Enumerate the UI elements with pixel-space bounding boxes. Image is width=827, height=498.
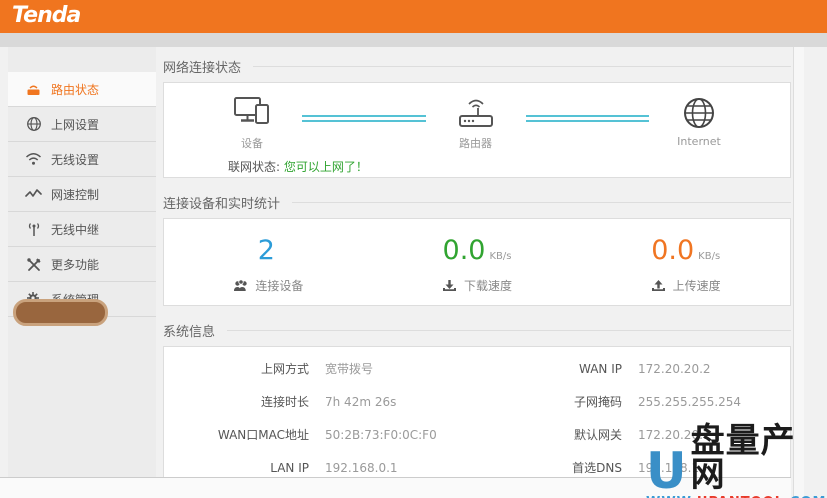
router-icon: [25, 81, 42, 98]
tenda-logo: Tenda: [12, 3, 80, 28]
watermark-u-logo: U: [646, 446, 687, 496]
sidebar-item-label: 网速控制: [51, 186, 99, 203]
stat-upload-speed: 0.0 KB/s 上传速度: [581, 235, 790, 294]
download-speed-unit: KB/s: [489, 251, 511, 262]
redaction-sticker: [13, 299, 108, 326]
sysinfo-label: LAN IP: [164, 461, 309, 475]
users-icon: [233, 279, 249, 293]
watermark-site-name: 盘量产网: [691, 424, 827, 496]
sidebar-item-speed-control[interactable]: 网速控制: [8, 177, 156, 212]
stat-connected-devices: 2 连接设备: [164, 235, 373, 294]
download-speed-label: 下载速度: [464, 277, 512, 294]
sysinfo-label: 子网掩码: [477, 393, 622, 410]
device-label: 设备: [241, 135, 263, 151]
section-title-stats: 连接设备和实时统计: [163, 193, 791, 211]
sysinfo-value: 192.168.0.1: [325, 461, 398, 475]
upload-icon: [651, 279, 667, 293]
sysinfo-value: 50:2B:73:F0:0C:F0: [325, 428, 437, 442]
sidebar-item-router-status[interactable]: 路由状态: [8, 72, 156, 107]
sidebar-item-label: 无线设置: [51, 151, 99, 168]
device-icon: [231, 96, 273, 130]
upload-speed-label: 上传速度: [673, 277, 721, 294]
device-node: 设备: [216, 96, 288, 151]
sysinfo-row: 子网掩码 255.255.255.254: [477, 385, 790, 418]
repeater-icon: [25, 221, 42, 238]
internet-node: Internet: [663, 96, 735, 148]
sysinfo-label: 默认网关: [477, 426, 622, 443]
sidebar: 路由状态 上网设置 无线设置 网速控制 无线中继: [8, 47, 156, 498]
sysinfo-left-column: 上网方式 宽带拨号 连接时长 7h 42m 26s WAN口MAC地址 50:2…: [164, 352, 477, 477]
connection-diagram: 设备 路由器 Internet: [164, 83, 790, 151]
main-content: 网络连接状态 设备 路由器: [163, 47, 791, 477]
stats-panel: 2 连接设备 0.0 KB/s: [163, 218, 791, 306]
section-title-sysinfo: 系统信息: [163, 321, 791, 339]
sysinfo-value: 255.255.255.254: [638, 395, 741, 409]
section-title-network-status: 网络连接状态: [163, 57, 791, 75]
upload-speed-unit: KB/s: [698, 251, 720, 262]
sysinfo-row: WAN IP 172.20.20.2: [477, 352, 790, 385]
sysinfo-label: 上网方式: [164, 360, 309, 377]
link-device-router: [302, 115, 426, 122]
connected-devices-label: 连接设备: [255, 277, 303, 294]
connection-status: 联网状态: 您可以上网了！: [228, 158, 790, 175]
sidebar-item-wireless-settings[interactable]: 无线设置: [8, 142, 156, 177]
sidebar-item-internet-settings[interactable]: 上网设置: [8, 107, 156, 142]
sidebar-spacer: [8, 47, 156, 72]
link-router-internet: [526, 115, 650, 122]
status-label: 联网状态:: [228, 160, 280, 174]
globe-icon: [25, 116, 42, 133]
download-icon: [442, 279, 458, 293]
sysinfo-row: 上网方式 宽带拨号: [164, 352, 477, 385]
sidebar-item-more-functions[interactable]: 更多功能: [8, 247, 156, 282]
download-speed-value: 0.0: [443, 235, 486, 266]
sysinfo-label: 首选DNS: [477, 459, 622, 476]
sidebar-item-label: 无线中继: [51, 221, 99, 238]
sidebar-item-label: 更多功能: [51, 256, 99, 273]
sysinfo-label: WAN IP: [477, 362, 622, 376]
router-node: 路由器: [440, 96, 512, 151]
router-label: 路由器: [459, 135, 492, 151]
sidebar-item-wireless-repeater[interactable]: 无线中继: [8, 212, 156, 247]
sysinfo-label: WAN口MAC地址: [164, 426, 309, 443]
sysinfo-row: LAN IP 192.168.0.1: [164, 451, 477, 477]
connected-devices-value: 2: [258, 235, 275, 266]
speed-icon: [25, 186, 42, 203]
sysinfo-value: 宽带拨号: [325, 360, 373, 377]
sysinfo-row: WAN口MAC地址 50:2B:73:F0:0C:F0: [164, 418, 477, 451]
header-bar: Tenda: [0, 0, 827, 33]
sidebar-item-label: 上网设置: [51, 116, 99, 133]
internet-label: Internet: [677, 135, 721, 148]
sysinfo-value: 7h 42m 26s: [325, 395, 396, 409]
stat-download-speed: 0.0 KB/s 下载速度: [373, 235, 582, 294]
tools-icon: [25, 256, 42, 273]
sidebar-item-label: 路由状态: [51, 81, 99, 98]
upload-speed-value: 0.0: [651, 235, 694, 266]
sysinfo-row: 连接时长 7h 42m 26s: [164, 385, 477, 418]
wifi-icon: [25, 151, 42, 168]
header-substrip: [0, 33, 827, 47]
internet-globe-icon: [682, 96, 716, 130]
network-status-panel: 设备 路由器 Internet 联网状态:: [163, 82, 791, 178]
sysinfo-label: 连接时长: [164, 393, 309, 410]
upantool-watermark: U 盘量产网 WWW.UPANTOOL.COM WWW.UPANTOOL.COM: [646, 424, 827, 498]
router-device-icon: [454, 96, 498, 130]
router-admin-page: Tenda 路由状态 上网设置 无线设置 网速控制: [0, 0, 827, 498]
status-value: 您可以上网了！: [284, 160, 368, 174]
sysinfo-value: 172.20.20.2: [638, 362, 711, 376]
